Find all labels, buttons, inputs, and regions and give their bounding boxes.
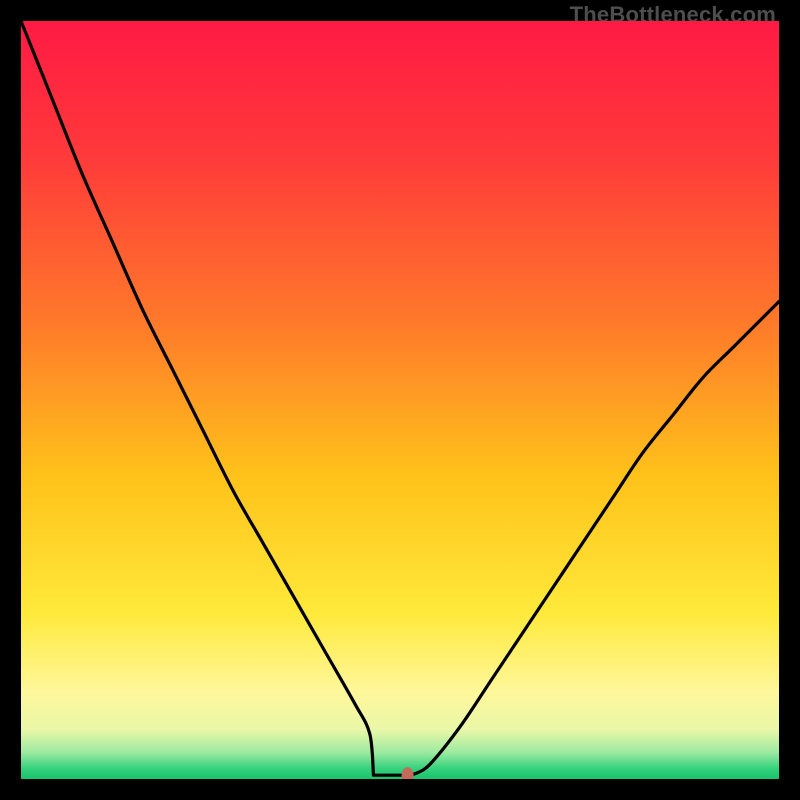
plot-area — [21, 21, 779, 779]
bottleneck-chart — [21, 21, 779, 779]
chart-frame: TheBottleneck.com — [0, 0, 800, 800]
gradient-background — [21, 21, 779, 779]
